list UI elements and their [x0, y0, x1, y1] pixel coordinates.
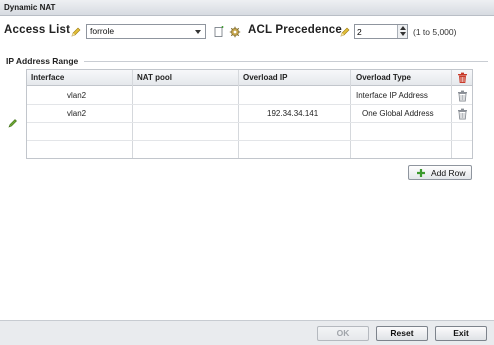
- add-row-button[interactable]: Add Row: [408, 165, 472, 180]
- column-header-nat-pool[interactable]: NAT pool: [137, 73, 172, 82]
- dialog-footer: OK Reset Exit: [0, 320, 494, 345]
- ip-address-range-table: Interface NAT pool Overload IP Overload …: [26, 69, 473, 159]
- access-list-select[interactable]: forrole: [86, 24, 206, 39]
- pencil-icon[interactable]: [70, 26, 82, 38]
- pencil-icon[interactable]: [339, 26, 351, 38]
- stepper-buttons[interactable]: [397, 25, 407, 38]
- column-header-overload-ip[interactable]: Overload IP: [243, 73, 287, 82]
- acl-precedence-input[interactable]: [357, 26, 397, 37]
- trash-icon[interactable]: [457, 90, 468, 102]
- title-bar: Dynamic NAT: [0, 0, 494, 16]
- exit-button[interactable]: Exit: [435, 326, 487, 341]
- access-list-label: Access List: [4, 24, 71, 36]
- gear-icon[interactable]: [229, 26, 241, 38]
- empty-table-row: [27, 123, 472, 141]
- cell-overload-ip: 192.34.34.141: [267, 109, 319, 118]
- ok-button[interactable]: OK: [317, 326, 369, 341]
- section-divider: [84, 61, 488, 62]
- table-row[interactable]: vlan2 192.34.34.141 One Global Address: [27, 105, 472, 123]
- access-list-value: forrole: [90, 26, 115, 36]
- column-header-overload-type[interactable]: Overload Type: [356, 73, 411, 82]
- column-header-interface[interactable]: Interface: [31, 73, 64, 82]
- edit-pencil-icon[interactable]: [8, 118, 18, 128]
- acl-precedence-stepper[interactable]: [354, 24, 408, 39]
- delete-all-trash-icon[interactable]: [457, 72, 468, 84]
- cell-interface: vlan2: [67, 91, 87, 100]
- cell-interface: vlan2: [67, 109, 87, 118]
- chevron-down-icon[interactable]: [400, 32, 406, 36]
- trash-icon[interactable]: [457, 108, 468, 120]
- cell-overload-type: Interface IP Address: [356, 91, 428, 100]
- acl-precedence-label: ACL Precedence: [248, 24, 342, 36]
- cell-overload-type: One Global Address: [362, 109, 434, 118]
- acl-precedence-range: (1 to 5,000): [413, 27, 457, 37]
- plus-icon: [417, 169, 425, 177]
- chevron-down-icon: [195, 30, 201, 34]
- table-row[interactable]: vlan2 Interface IP Address: [27, 87, 472, 105]
- reset-button[interactable]: Reset: [376, 326, 428, 341]
- window-title: Dynamic NAT: [4, 3, 56, 12]
- table-header: Interface NAT pool Overload IP Overload …: [27, 70, 472, 86]
- empty-table-row: [27, 141, 472, 159]
- section-title: IP Address Range: [6, 56, 79, 66]
- add-row-label: Add Row: [431, 168, 466, 178]
- new-document-icon[interactable]: [213, 26, 225, 38]
- chevron-up-icon[interactable]: [400, 26, 406, 30]
